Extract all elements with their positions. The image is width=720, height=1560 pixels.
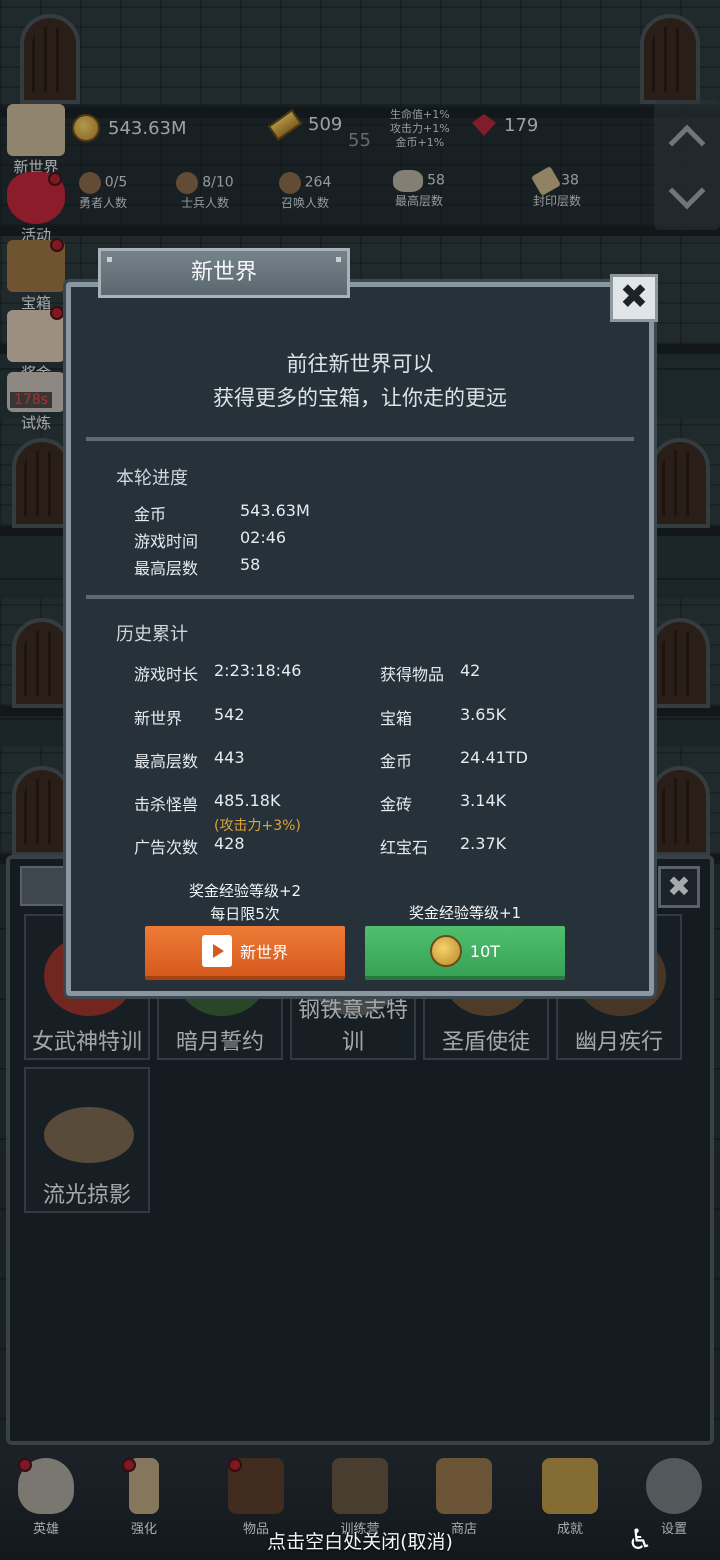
game-screen: { "resources": { "gold": "543.63M", "gol… xyxy=(0,0,720,1560)
history-label: 红宝石 xyxy=(380,838,429,857)
round-value: 543.63M xyxy=(240,501,310,520)
history-label: 游戏时长 xyxy=(134,665,199,684)
intro-line-2: 获得更多的宝箱，让你走的更远 xyxy=(213,386,507,410)
kill-bonus-text: (攻击力+3%) xyxy=(214,818,301,834)
watch-ad-new-world-button[interactable]: 新世界 xyxy=(145,926,345,980)
coin-note-level: 奖金经验等级+1 xyxy=(408,904,522,922)
history-label: 金币 xyxy=(380,752,413,771)
history-value: 3.65K xyxy=(460,705,507,724)
history-label: 宝箱 xyxy=(380,709,413,728)
history-label: 最高层数 xyxy=(134,752,199,771)
ad-note-daily-limit: 每日限5次 xyxy=(210,905,280,923)
history-label: 新世界 xyxy=(134,709,183,728)
accessibility-icon[interactable]: ♿ xyxy=(622,1522,658,1558)
history-value: 3.14K xyxy=(460,791,507,810)
history-value: 485.18K xyxy=(214,791,281,810)
divider xyxy=(86,595,634,599)
round-label: 金币 xyxy=(134,505,167,524)
history-value: 2:23:18:46 xyxy=(214,661,302,680)
round-progress-title: 本轮进度 xyxy=(116,468,188,489)
ad-note-level: 奖金经验等级+2 xyxy=(188,882,302,900)
dialog-title: 新世界 xyxy=(98,248,350,298)
history-value: 42 xyxy=(460,661,481,680)
close-hint: 点击空白处关闭(取消) xyxy=(267,1531,453,1553)
history-value: 542 xyxy=(214,705,245,724)
history-value: 443 xyxy=(214,748,245,767)
history-value: 428 xyxy=(214,834,245,853)
history-label: 金砖 xyxy=(380,795,413,814)
round-value: 58 xyxy=(240,555,261,574)
round-value: 02:46 xyxy=(240,528,287,547)
round-label: 游戏时间 xyxy=(134,532,199,551)
intro-line-1: 前往新世界可以 xyxy=(286,352,434,376)
history-label: 击杀怪兽 xyxy=(134,795,199,814)
video-icon xyxy=(201,935,232,967)
history-title: 历史累计 xyxy=(116,624,188,645)
gold-coin-icon xyxy=(429,935,462,967)
history-value: 24.41TD xyxy=(460,748,528,767)
divider xyxy=(86,437,634,441)
history-value: 2.37K xyxy=(460,834,507,853)
pay-coin-new-world-button[interactable]: 10T xyxy=(365,926,565,980)
history-label: 获得物品 xyxy=(380,665,445,684)
close-button[interactable]: ✖ xyxy=(610,274,658,322)
round-label: 最高层数 xyxy=(134,559,199,578)
history-label: 广告次数 xyxy=(134,838,199,857)
